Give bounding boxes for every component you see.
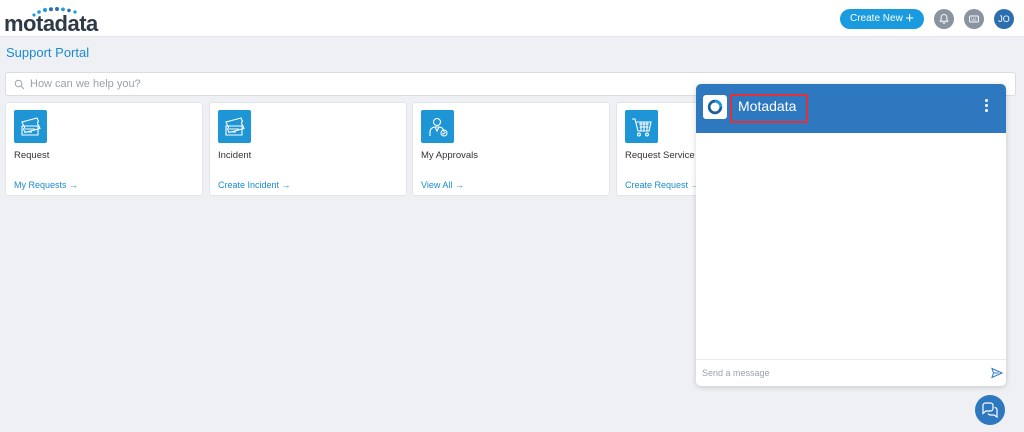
user-avatar[interactable]: JO — [994, 9, 1014, 29]
chat-composer — [696, 359, 1006, 386]
chat-launcher-button[interactable] — [975, 395, 1005, 425]
card-incident[interactable]: Incident Create Incident → — [209, 102, 407, 196]
card-title: Incident — [218, 150, 252, 161]
chat-messages-area[interactable] — [696, 133, 1006, 359]
motadata-logo[interactable]: motadata — [4, 7, 98, 35]
my-requests-link[interactable]: My Requests → — [14, 180, 78, 190]
search-icon — [14, 79, 25, 90]
logo-text: motadata — [4, 11, 98, 36]
view-all-link[interactable]: View All → — [421, 180, 464, 190]
card-my-approvals[interactable]: My Approvals View All → — [412, 102, 610, 196]
kebab-menu-icon[interactable] — [982, 98, 990, 116]
incident-tile — [218, 110, 251, 143]
card-title: Request Service — [625, 150, 695, 161]
card-request[interactable]: Request My Requests → — [5, 102, 203, 196]
bell-icon — [939, 13, 949, 24]
chat-brand-name: Motadata — [738, 98, 797, 114]
send-icon[interactable] — [991, 367, 1003, 379]
create-incident-link[interactable]: Create Incident → — [218, 180, 291, 190]
create-new-button[interactable]: Create New + — [840, 9, 924, 29]
chat-header: Motadata — [696, 84, 1006, 133]
chat-widget: Motadata — [696, 84, 1006, 386]
cart-icon — [631, 117, 652, 136]
ring-logo-icon — [707, 99, 723, 115]
keyboard-icon — [969, 15, 979, 23]
ticket-icon — [224, 116, 245, 136]
keyboard-shortcuts-button[interactable] — [964, 9, 984, 29]
search-input[interactable] — [30, 73, 730, 95]
chat-bubbles-icon — [982, 402, 998, 419]
approver-icon — [428, 117, 448, 137]
page-title: Support Portal — [6, 45, 90, 60]
card-title: Request — [14, 150, 50, 161]
top-bar: motadata Create New + JO — [0, 0, 1024, 37]
message-input[interactable] — [702, 363, 972, 383]
card-title: My Approvals — [421, 150, 479, 161]
create-request-link[interactable]: Create Request → — [625, 180, 700, 190]
ticket-icon — [20, 116, 41, 136]
approvals-tile — [421, 110, 454, 143]
create-new-label: Create New — [850, 13, 903, 24]
chat-bot-logo — [703, 95, 727, 119]
request-service-tile — [625, 110, 658, 143]
plus-icon: + — [905, 10, 914, 27]
notifications-button[interactable] — [934, 9, 954, 29]
request-tile — [14, 110, 47, 143]
